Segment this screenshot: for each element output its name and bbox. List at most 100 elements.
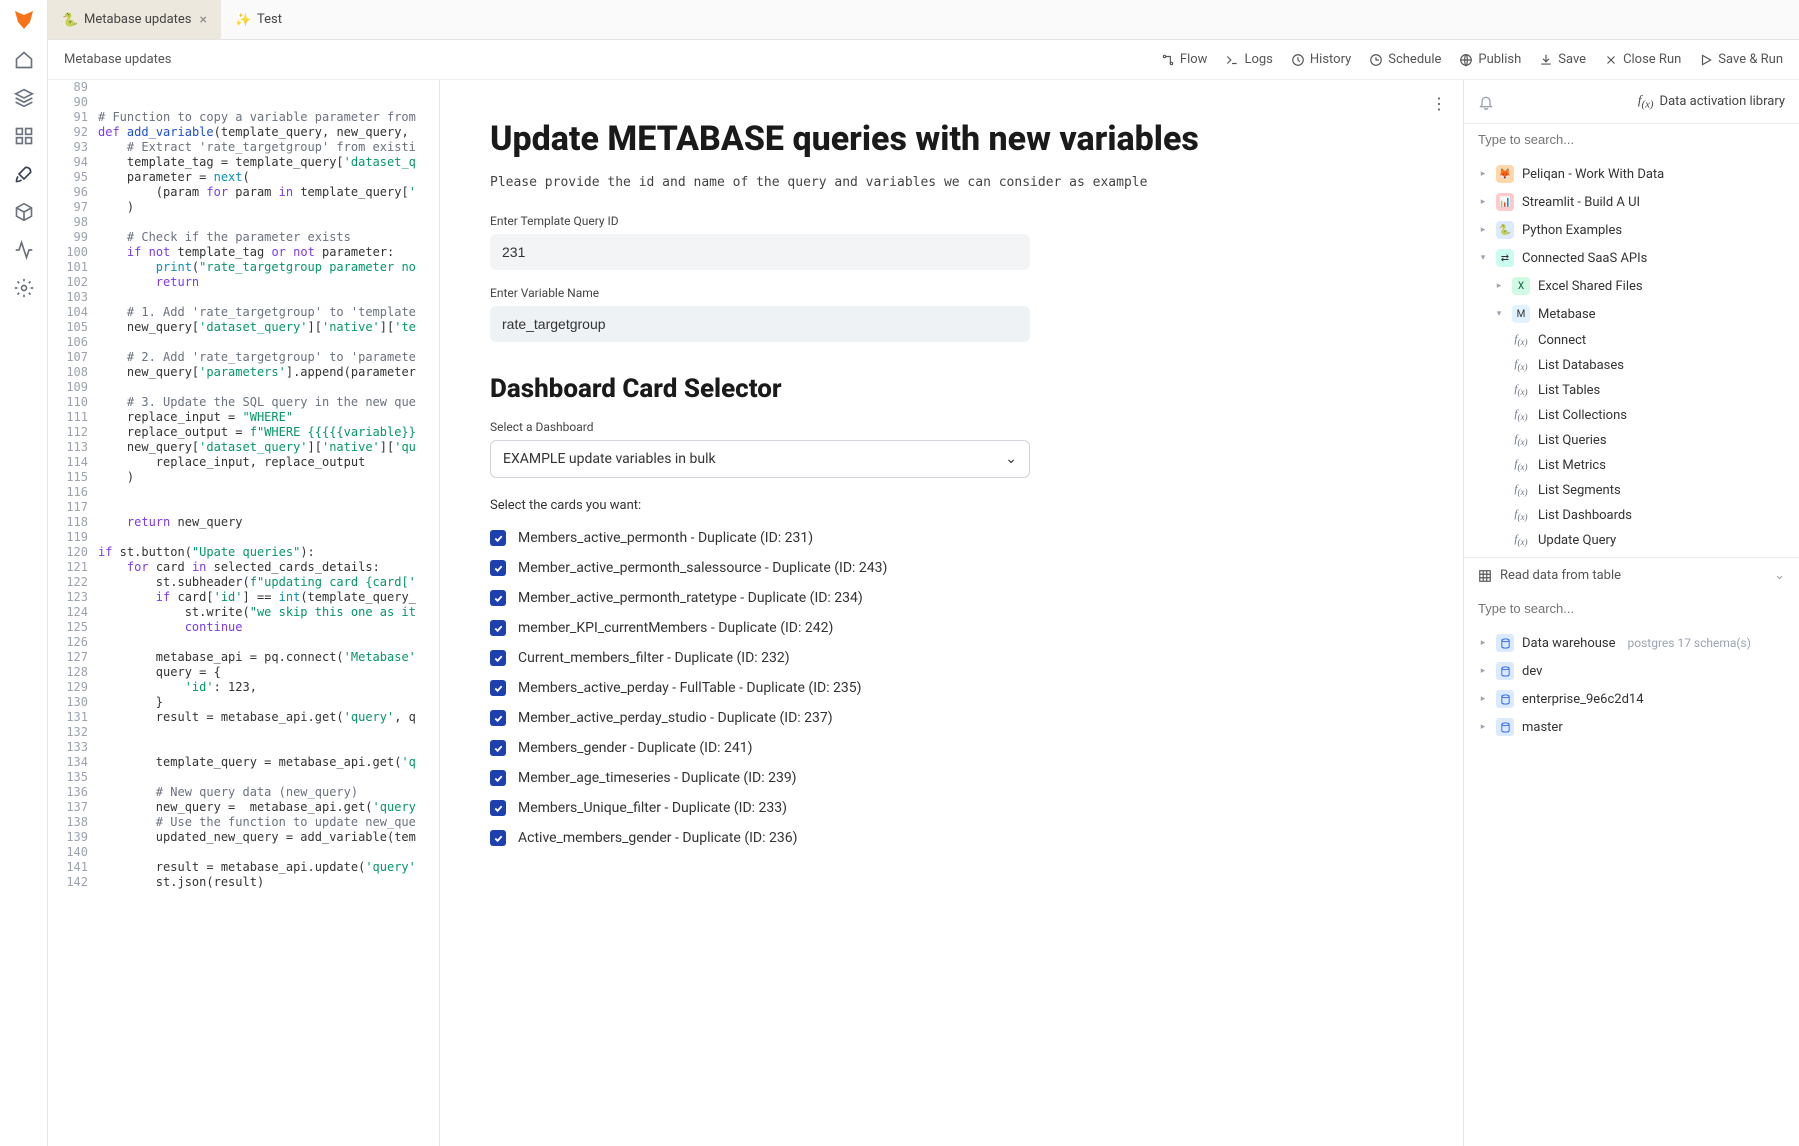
card-label: Members_gender - Duplicate (ID: 241)	[518, 740, 753, 756]
layers-icon[interactable]	[14, 88, 34, 108]
checkbox[interactable]	[490, 530, 506, 546]
streamlit-icon: 📊	[1496, 193, 1514, 211]
checkbox[interactable]	[490, 650, 506, 666]
preview-pane: ⋮ Update METABASE queries with new varia…	[440, 80, 1463, 1146]
bell-icon[interactable]	[1478, 94, 1494, 110]
card-item[interactable]: Current_members_filter - Duplicate (ID: …	[490, 643, 1403, 673]
checkbox[interactable]	[490, 560, 506, 576]
package-icon[interactable]	[14, 202, 34, 222]
close-icon[interactable]: ×	[200, 12, 207, 28]
function-icon: f(x)	[1512, 508, 1530, 522]
checkbox[interactable]	[490, 680, 506, 696]
card-item[interactable]: Member_active_permonth_ratetype - Duplic…	[490, 583, 1403, 613]
more-icon[interactable]: ⋮	[1431, 94, 1447, 113]
card-label: Member_active_permonth_salessource - Dup…	[518, 560, 887, 576]
save-button[interactable]: Save	[1539, 52, 1586, 67]
tree-item-list-dash[interactable]: f(x)List Dashboards	[1464, 503, 1799, 528]
tab-metabase-updates[interactable]: 🐍 Metabase updates ×	[48, 0, 221, 39]
tree-item-streamlit[interactable]: ▸📊Streamlit - Build A UI	[1464, 188, 1799, 216]
card-item[interactable]: Members_gender - Duplicate (ID: 241)	[490, 733, 1403, 763]
flow-button[interactable]: Flow	[1161, 52, 1208, 67]
rocket-icon[interactable]	[14, 164, 34, 184]
peliqan-icon: 🦊	[1496, 165, 1514, 183]
card-item[interactable]: Member_age_timeseries - Duplicate (ID: 2…	[490, 763, 1403, 793]
tree-item-connect[interactable]: f(x)Connect	[1464, 328, 1799, 353]
function-icon: f(x)	[1512, 458, 1530, 472]
tree-item-list-metrics[interactable]: f(x)List Metrics	[1464, 453, 1799, 478]
tree-item-metabase[interactable]: ▾MMetabase	[1464, 300, 1799, 328]
api-icon: ⇄	[1496, 249, 1514, 267]
card-item[interactable]: Members_active_permonth - Duplicate (ID:…	[490, 523, 1403, 553]
database-icon	[1496, 662, 1514, 680]
card-label: Members_active_perday - FullTable - Dupl…	[518, 680, 862, 696]
card-label: Active_members_gender - Duplicate (ID: 2…	[518, 830, 797, 846]
checkbox[interactable]	[490, 740, 506, 756]
checkbox[interactable]	[490, 620, 506, 636]
card-item[interactable]: Active_members_gender - Duplicate (ID: 2…	[490, 823, 1403, 853]
dashboard-select[interactable]: EXAMPLE update variables in bulk ⌄	[490, 440, 1030, 478]
page-title: Update METABASE queries with new variabl…	[490, 120, 1403, 159]
card-item[interactable]: member_KPI_currentMembers - Duplicate (I…	[490, 613, 1403, 643]
card-label: Member_active_perday_studio - Duplicate …	[518, 710, 833, 726]
tree-item-excel[interactable]: ▸XExcel Shared Files	[1464, 272, 1799, 300]
breadcrumb: Metabase updates	[64, 52, 172, 67]
checkbox[interactable]	[490, 590, 506, 606]
toolbar: Metabase updates Flow Logs History Sched…	[48, 40, 1799, 80]
table-search-input[interactable]	[1478, 601, 1785, 616]
dashboard-label: Select a Dashboard	[490, 420, 1403, 434]
close-run-button[interactable]: Close Run	[1604, 52, 1681, 67]
card-label: member_KPI_currentMembers - Duplicate (I…	[518, 620, 833, 636]
tree-item-enterprise[interactable]: ▸enterprise_9e6c2d14	[1464, 685, 1799, 713]
excel-icon: X	[1512, 277, 1530, 295]
history-button[interactable]: History	[1291, 52, 1351, 67]
tree-item-update-query[interactable]: f(x)Update Query	[1464, 528, 1799, 553]
python-icon: 🐍	[1496, 221, 1514, 239]
checkbox[interactable]	[490, 800, 506, 816]
logs-button[interactable]: Logs	[1225, 52, 1272, 67]
activity-icon[interactable]	[14, 240, 34, 260]
card-item[interactable]: Members_Unique_filter - Duplicate (ID: 2…	[490, 793, 1403, 823]
page-description: Please provide the id and name of the qu…	[490, 175, 1403, 190]
card-label: Members_active_permonth - Duplicate (ID:…	[518, 530, 813, 546]
save-run-button[interactable]: Save & Run	[1699, 52, 1783, 67]
function-icon: f(x)	[1512, 333, 1530, 347]
grid-icon[interactable]	[14, 126, 34, 146]
tree-item-python[interactable]: ▸🐍Python Examples	[1464, 216, 1799, 244]
tree-item-saas[interactable]: ▾⇄Connected SaaS APIs	[1464, 244, 1799, 272]
card-item[interactable]: Member_active_permonth_salessource - Dup…	[490, 553, 1403, 583]
schedule-button[interactable]: Schedule	[1369, 52, 1441, 67]
tree-item-peliqan[interactable]: ▸🦊Peliqan - Work With Data	[1464, 160, 1799, 188]
tree-item-list-tables[interactable]: f(x)List Tables	[1464, 378, 1799, 403]
tree-item-list-db[interactable]: f(x)List Databases	[1464, 353, 1799, 378]
spark-icon: ✨	[235, 13, 249, 27]
template-id-input[interactable]	[490, 234, 1030, 270]
checkbox[interactable]	[490, 830, 506, 846]
chevron-down-icon: ⌄	[1774, 568, 1785, 583]
tree-item-list-segments[interactable]: f(x)List Segments	[1464, 478, 1799, 503]
selector-title: Dashboard Card Selector	[490, 374, 1403, 404]
checkbox[interactable]	[490, 770, 506, 786]
tree-item-list-coll[interactable]: f(x)List Collections	[1464, 403, 1799, 428]
tree-item-dev[interactable]: ▸dev	[1464, 657, 1799, 685]
code-editor[interactable]: 899091# Function to copy a variable para…	[48, 80, 440, 1146]
library-search-input[interactable]	[1478, 132, 1785, 147]
card-item[interactable]: Members_active_perday - FullTable - Dupl…	[490, 673, 1403, 703]
card-item[interactable]: Member_active_perday_studio - Duplicate …	[490, 703, 1403, 733]
database-icon	[1496, 634, 1514, 652]
tree-item-master[interactable]: ▸master	[1464, 713, 1799, 741]
checkbox[interactable]	[490, 710, 506, 726]
cards-label: Select the cards you want:	[490, 498, 1403, 513]
card-label: Current_members_filter - Duplicate (ID: …	[518, 650, 790, 666]
database-icon	[1496, 718, 1514, 736]
tab-test[interactable]: ✨ Test	[221, 0, 296, 39]
tree-item-list-queries[interactable]: f(x)List Queries	[1464, 428, 1799, 453]
tree-item-warehouse[interactable]: ▸Data warehousepostgres 17 schema(s)	[1464, 629, 1799, 657]
database-icon	[1496, 690, 1514, 708]
chevron-down-icon: ⌄	[1005, 451, 1017, 467]
publish-button[interactable]: Publish	[1459, 52, 1521, 67]
read-table-section[interactable]: Read data from table ⌄	[1464, 558, 1799, 593]
variable-name-input[interactable]	[490, 306, 1030, 342]
home-icon[interactable]	[14, 50, 34, 70]
settings-icon[interactable]	[14, 278, 34, 298]
variable-name-label: Enter Variable Name	[490, 286, 1403, 300]
